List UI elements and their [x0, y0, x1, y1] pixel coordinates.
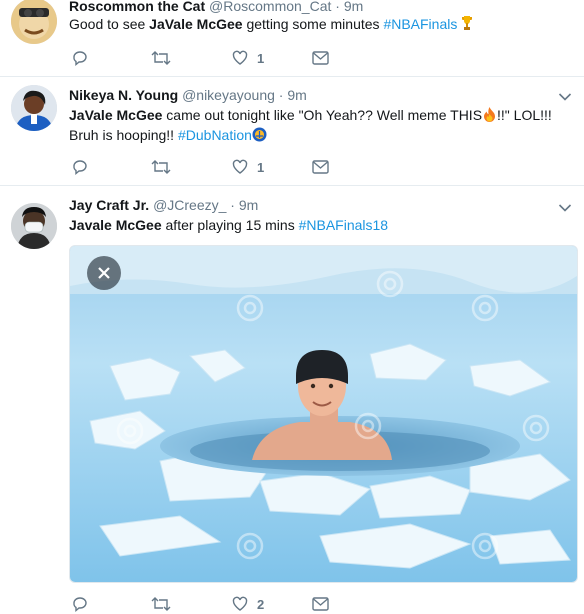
tweet-header: Jay Craft Jr. @JCreezy_ · 9m: [69, 196, 258, 214]
like-button[interactable]: 1: [232, 157, 264, 177]
mention-name: Javale McGee: [69, 217, 162, 233]
direct-message-button[interactable]: [312, 157, 329, 177]
close-media-button[interactable]: [87, 256, 121, 290]
tweet-actions: 1: [69, 48, 369, 68]
retweet-button[interactable]: [151, 594, 171, 614]
timestamp[interactable]: · 9m: [279, 87, 307, 103]
fire-emoji-icon: [484, 107, 496, 122]
hashtag-link[interactable]: #DubNation: [178, 127, 252, 143]
avatar[interactable]: [11, 0, 57, 44]
warriors-logo-emoji-icon: [252, 127, 267, 142]
tweet-header: Roscommon the Cat @Roscommon_Cat · 9m: [69, 0, 363, 15]
tweet-1[interactable]: Roscommon the Cat @Roscommon_Cat · 9m Go…: [0, 0, 584, 76]
retweet-button[interactable]: [151, 48, 171, 68]
display-name[interactable]: Nikeya N. Young: [69, 87, 178, 103]
reply-button[interactable]: [72, 594, 88, 614]
text-segment: came out tonight like "Oh Yeah?? Well me…: [162, 107, 483, 123]
retweet-icon: [151, 160, 171, 174]
retweet-icon: [151, 597, 171, 611]
close-icon: [98, 267, 110, 279]
mention-name: JaVale McGee: [149, 16, 243, 32]
retweet-button[interactable]: [151, 157, 171, 177]
tweet-header: Nikeya N. Young @nikeyayoung · 9m: [69, 86, 307, 104]
reply-icon: [73, 51, 87, 66]
text-segment: after playing 15 mins: [161, 217, 299, 233]
chevron-down-icon[interactable]: [558, 203, 572, 213]
avatar[interactable]: [11, 85, 57, 131]
user-handle[interactable]: @nikeyayoung: [182, 87, 275, 103]
heart-icon: [232, 596, 248, 611]
tweet-actions: 2: [69, 594, 369, 614]
like-count: 1: [257, 159, 265, 175]
like-count: 1: [257, 50, 265, 66]
display-name[interactable]: Jay Craft Jr.: [69, 197, 149, 213]
trophy-emoji-icon: [462, 16, 473, 30]
user-handle[interactable]: @Roscommon_Cat: [209, 0, 331, 14]
avatar[interactable]: [11, 203, 57, 249]
direct-message-button[interactable]: [312, 594, 329, 614]
tweet-text: JaVale McGee came out tonight like "Oh Y…: [69, 105, 552, 125]
like-button[interactable]: 1: [232, 48, 264, 68]
tweet-text: Good to see JaVale McGee getting some mi…: [69, 14, 473, 34]
envelope-icon: [312, 160, 329, 174]
heart-icon: [232, 159, 248, 174]
tweet-text: Javale McGee after playing 15 mins #NBAF…: [69, 215, 388, 235]
envelope-icon: [312, 597, 329, 611]
text-segment: Good to see: [69, 16, 150, 32]
text-segment: !!" LOL!!!: [497, 107, 552, 123]
retweet-icon: [151, 51, 171, 65]
like-button[interactable]: 2: [232, 594, 264, 614]
reply-button[interactable]: [72, 157, 88, 177]
like-count: 2: [257, 596, 265, 612]
reply-icon: [73, 160, 87, 175]
text-segment: Bruh is hooping!!: [69, 127, 178, 143]
mention-name: JaVale McGee: [69, 107, 163, 123]
tweet-actions: 1: [69, 157, 369, 177]
display-name[interactable]: Roscommon the Cat: [69, 0, 205, 14]
tweet-2[interactable]: Nikeya N. Young @nikeyayoung · 9m JaVale…: [0, 77, 584, 185]
hashtag-link[interactable]: #NBAFinals: [383, 16, 457, 32]
tweet-image[interactable]: [69, 245, 578, 583]
ice-bath-photo: [70, 246, 577, 582]
timestamp[interactable]: · 9m: [230, 197, 258, 213]
hashtag-link[interactable]: #NBAFinals18: [299, 217, 389, 233]
timestamp[interactable]: · 9m: [335, 0, 363, 14]
chevron-down-icon[interactable]: [558, 92, 572, 102]
heart-icon: [232, 50, 248, 65]
user-handle[interactable]: @JCreezy_: [153, 197, 226, 213]
envelope-icon: [312, 51, 329, 65]
text-segment: getting some minutes: [242, 16, 384, 32]
direct-message-button[interactable]: [312, 48, 329, 68]
tweet-text-line-2: Bruh is hooping!! #DubNation: [69, 125, 267, 145]
reply-icon: [73, 597, 87, 612]
reply-button[interactable]: [72, 48, 88, 68]
